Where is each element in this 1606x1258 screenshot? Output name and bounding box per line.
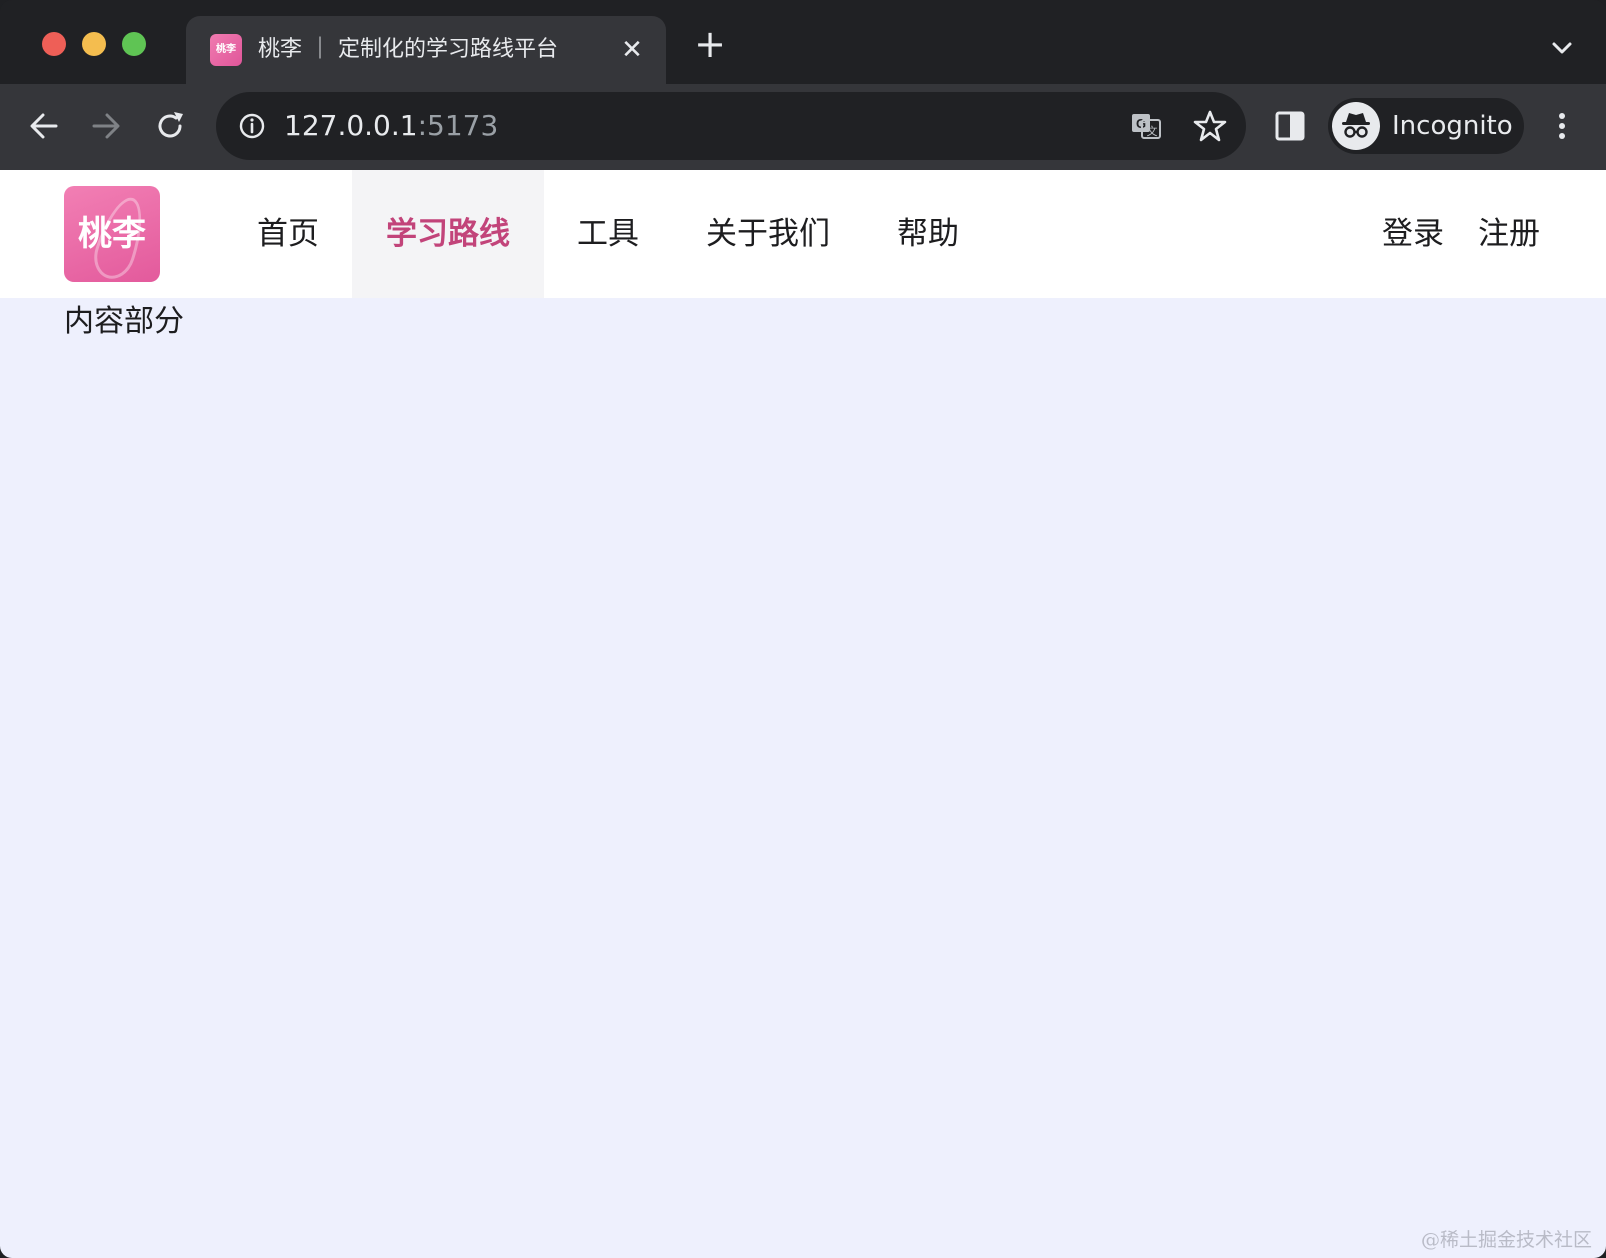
more-menu-icon[interactable] [1548, 108, 1576, 144]
star-icon[interactable] [1192, 108, 1228, 144]
nav-item-home[interactable]: 首页 [240, 170, 336, 298]
forward-icon[interactable] [86, 106, 126, 146]
tab-close-button[interactable]: ✕ [618, 36, 646, 64]
info-icon[interactable] [238, 112, 266, 140]
login-link[interactable]: 登录 [1382, 170, 1444, 298]
browser-window: 桃李 桃李 ｜ 定制化的学习路线平台 ✕ + 127.0.0.1:5173 G … [0, 0, 1606, 1258]
url-text[interactable]: 127.0.0.1:5173 [284, 108, 498, 144]
incognito-icon [1332, 102, 1380, 150]
translate-icon[interactable]: G 文 [1130, 110, 1162, 142]
toolbar: 127.0.0.1:5173 G 文 Incognito [0, 84, 1606, 170]
favicon-icon: 桃李 [210, 34, 242, 66]
browser-tab[interactable]: 桃李 桃李 ｜ 定制化的学习路线平台 ✕ [186, 16, 666, 84]
nav-item-tools[interactable]: 工具 [560, 170, 656, 298]
reload-icon[interactable] [150, 106, 190, 146]
url-port: :5173 [417, 109, 499, 142]
site-navbar: 桃李 首页 学习路线 工具 关于我们 帮助 登录 注册 [0, 170, 1606, 298]
back-icon[interactable] [24, 106, 64, 146]
url-host: 127.0.0.1 [284, 109, 418, 142]
logo-text: 桃李 [78, 214, 146, 254]
maximize-window-button[interactable] [122, 32, 146, 56]
tab-strip: 桃李 桃李 ｜ 定制化的学习路线平台 ✕ + [0, 0, 1606, 84]
nav-item-help[interactable]: 帮助 [880, 170, 976, 298]
address-bar[interactable]: 127.0.0.1:5173 G 文 [216, 92, 1246, 160]
minimize-window-button[interactable] [82, 32, 106, 56]
nav-item-learning-path[interactable]: 学习路线 [352, 170, 544, 298]
watermark: @稀土掘金技术社区 [1420, 1229, 1592, 1251]
register-link[interactable]: 注册 [1478, 170, 1540, 298]
profile-label: Incognito [1392, 111, 1513, 141]
profile-button[interactable]: Incognito [1328, 98, 1524, 154]
close-window-button[interactable] [42, 32, 66, 56]
site-logo[interactable]: 桃李 [64, 186, 160, 282]
side-panel-icon[interactable] [1272, 108, 1308, 144]
new-tab-button[interactable]: + [692, 25, 728, 64]
page-viewport: 桃李 首页 学习路线 工具 关于我们 帮助 登录 注册 内容部分 @稀土掘金技术… [0, 170, 1606, 1258]
content-placeholder: 内容部分 [64, 304, 184, 339]
tab-title: 桃李 ｜ 定制化的学习路线平台 [258, 37, 558, 62]
tab-search-icon[interactable] [1548, 34, 1576, 62]
svg-text:文: 文 [1147, 124, 1158, 138]
nav-item-about[interactable]: 关于我们 [688, 170, 848, 298]
